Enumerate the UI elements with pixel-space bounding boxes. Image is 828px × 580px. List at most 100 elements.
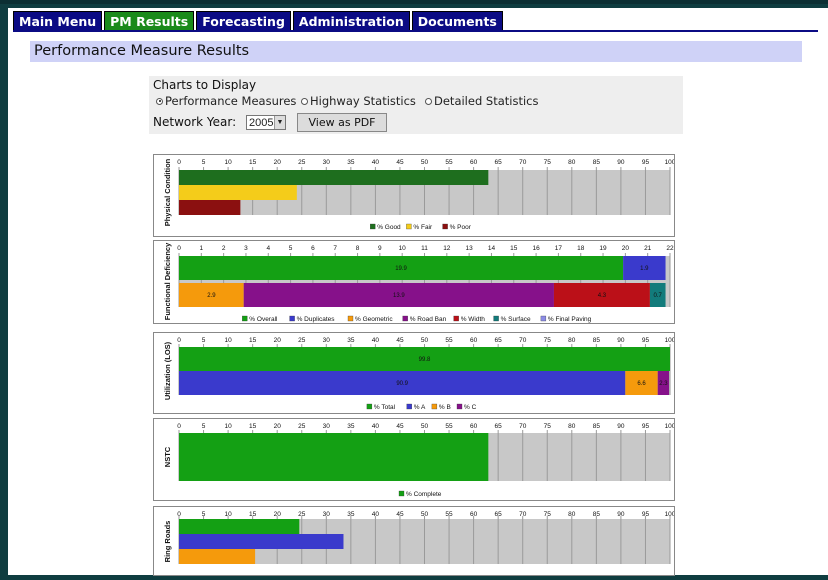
tick-label: 80: [568, 159, 576, 166]
chevron-down-icon[interactable]: ▼: [274, 116, 285, 129]
tick-label: 5: [289, 245, 293, 252]
legend-label: % Geometric: [355, 316, 393, 323]
chart-panel: 0 5 10 15 20 25 30 35 40 45 50 55 60 65 70 75 80 85 90 95 10…: [153, 506, 676, 576]
tick-label: 0: [177, 423, 181, 430]
tick-label: 35: [347, 337, 355, 344]
bar-segment: [179, 549, 256, 564]
tick-label: 5: [202, 337, 206, 344]
chart-legend: % Overall % Duplicates % Geometric % Road B…: [242, 315, 592, 323]
tick-label: 9: [378, 245, 382, 252]
tick-label: 2: [222, 245, 226, 252]
legend-swatch: [453, 315, 459, 322]
tick-label: 10: [399, 245, 407, 252]
radio-label: Performance Measures: [165, 94, 297, 108]
tick-label: 30: [323, 511, 331, 518]
tick-label: 40: [372, 159, 380, 166]
legend-swatch: [402, 315, 408, 322]
chart-legend: % Complete: [398, 490, 442, 498]
chart-panel: 0 5 10 15 20 25 30 35 40 45 50 55 60 65 70 75 80 85 90 95 10…: [153, 154, 676, 237]
bar-value-label: 19.9: [395, 266, 407, 272]
tick-label: 20: [274, 337, 282, 344]
tick-label: 25: [298, 159, 306, 166]
radio-button-icon: [156, 97, 163, 105]
legend-label: % Duplicates: [297, 316, 336, 323]
tick-label: 45: [396, 511, 404, 518]
chart-svg: 0 5 10 15 20 25 30 35 40 45 50 55 60 65 70 75 80 85 90 95 10…: [163, 158, 676, 231]
tick-label: 50: [421, 511, 429, 518]
legend-swatch: [406, 223, 412, 230]
tick-label: 45: [396, 337, 404, 344]
network-year-value: 2005: [249, 117, 274, 129]
tab-administration[interactable]: Administration: [292, 11, 410, 31]
tick-label: 8: [356, 245, 360, 252]
tick-label: 65: [495, 423, 503, 430]
radio-detailed-statistics[interactable]: Detailed Statistics: [425, 94, 538, 108]
tick-label: 16: [532, 245, 540, 252]
chart-svg: 0 5 10 15 20 25 30 35 40 45 50 55 60 65 70 75 80 85 90 95 10…: [163, 423, 676, 498]
tick-label: 80: [568, 337, 576, 344]
legend-label: % A: [414, 404, 426, 411]
tab-main-menu[interactable]: Main Menu: [13, 11, 103, 31]
tick-label: 14: [488, 245, 496, 252]
tick-label: 65: [495, 337, 503, 344]
radio-performance-measures[interactable]: Performance Measures: [156, 94, 296, 108]
legend-label: % Surface: [501, 316, 531, 323]
chart-panel: 0 5 10 15 20 25 30 35 40 45 50 55 60 65 70 75 80 85 90 95 10…: [153, 418, 676, 501]
bar-value-label: 0.7: [654, 293, 663, 299]
radio-highway-statistics[interactable]: Highway Statistics: [301, 94, 416, 108]
tick-label: 25: [298, 337, 306, 344]
tick-label: 22: [666, 245, 674, 252]
tick-label: 100: [665, 511, 674, 518]
axis-label: Physical Condition: [163, 158, 172, 226]
tick-label: 70: [519, 337, 527, 344]
bar-value-label: 90.9: [396, 381, 408, 387]
tick-label: 90: [617, 337, 625, 344]
tick-label: 30: [323, 337, 331, 344]
tick-label: 10: [224, 337, 232, 344]
tick-label: 20: [274, 511, 282, 518]
chart-svg: 0 5 10 15 20 25 30 35 40 45 50 55 60 65 70 75 80 85 90 95 10…: [163, 511, 676, 564]
chart-svg: 0 5 10 15 20 25 30 35 40 45 50 55 60 65 70 75 80 85 90 95 10…: [163, 337, 676, 411]
radio-button-icon: [425, 97, 432, 105]
bar-segment: [179, 200, 241, 215]
tick-label: 70: [519, 159, 527, 166]
tick-label: 15: [249, 159, 257, 166]
tick-label: 6: [311, 245, 315, 252]
tab-documents[interactable]: Documents: [411, 11, 503, 31]
view-as-pdf-button[interactable]: View as PDF: [297, 113, 387, 132]
legend-label: % Overall: [249, 316, 278, 323]
tick-label: 90: [617, 423, 625, 430]
tick-label: 15: [510, 245, 518, 252]
tick-label: 85: [593, 159, 601, 166]
legend-label: % Width: [461, 316, 486, 323]
bar-segment: [179, 534, 344, 549]
network-year-select[interactable]: 2005 ▼: [246, 115, 286, 130]
tick-label: 40: [372, 511, 380, 518]
legend-swatch: [431, 403, 438, 410]
charts-to-display-label: Charts to Display: [153, 78, 257, 92]
legend-label: % Total: [374, 404, 396, 411]
tick-label: 50: [421, 337, 429, 344]
tab-forecasting[interactable]: Forecasting: [196, 11, 291, 31]
tick-label: 95: [642, 159, 650, 166]
tick-label: 0: [177, 245, 181, 252]
chart-legend: % Total % A % B % C: [366, 403, 477, 411]
tick-label: 4: [266, 245, 270, 252]
tick-label: 12: [443, 245, 451, 252]
axis-label: Ring Roads: [163, 521, 172, 563]
tick-label: 20: [274, 423, 282, 430]
tick-label: 35: [347, 159, 355, 166]
legend-swatch: [406, 403, 412, 410]
bar-value-label: 2.9: [207, 293, 216, 299]
legend-label: % Road Ban: [410, 316, 447, 323]
tick-label: 0: [177, 337, 181, 344]
tab-pm-results[interactable]: PM Results: [104, 11, 195, 31]
tick-label: 10: [224, 423, 232, 430]
tick-label: 45: [396, 159, 404, 166]
network-year-label: Network Year:: [153, 115, 237, 129]
bar-value-label: 99.8: [419, 357, 431, 363]
tick-label: 80: [568, 423, 576, 430]
radio-label: Highway Statistics: [310, 94, 416, 108]
tick-label: 20: [274, 159, 282, 166]
bar-value-label: 1.9: [640, 266, 649, 272]
